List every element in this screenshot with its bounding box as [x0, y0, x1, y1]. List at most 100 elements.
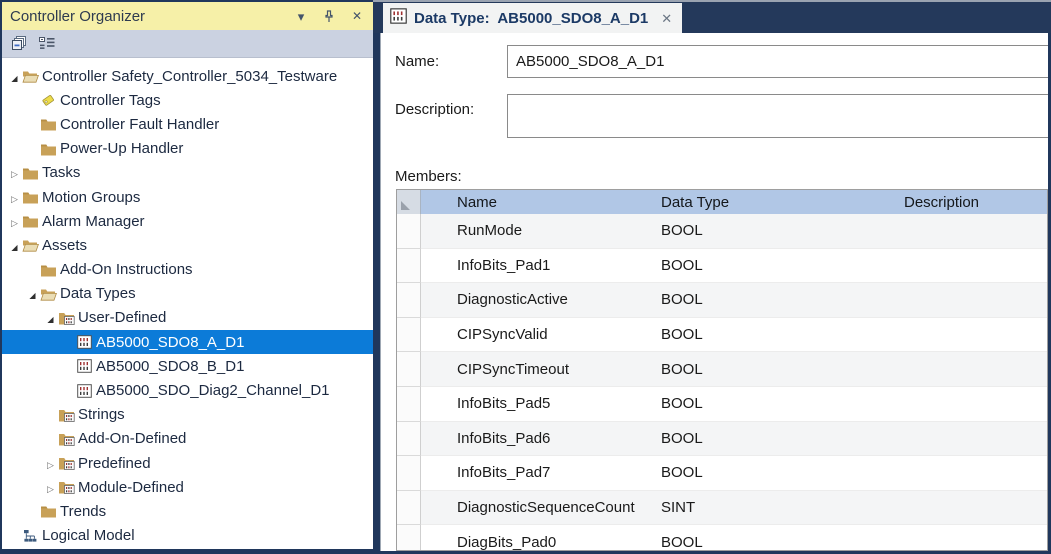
member-row: InfoBits_Pad5BOOL — [397, 387, 1047, 422]
tree-item[interactable]: Module-Defined — [2, 475, 373, 499]
member-type-cell[interactable]: BOOL — [661, 249, 904, 284]
member-type-cell[interactable]: BOOL — [661, 352, 904, 387]
member-type-cell[interactable]: BOOL — [661, 422, 904, 457]
row-selector[interactable] — [397, 456, 421, 491]
tree-item-label: User-Defined — [78, 309, 166, 326]
member-description-cell[interactable] — [904, 214, 1047, 249]
member-type-cell[interactable]: BOOL — [661, 456, 904, 491]
row-selector[interactable] — [397, 525, 421, 551]
member-description-cell[interactable] — [904, 387, 1047, 422]
tree-item[interactable]: Tasks — [2, 161, 373, 185]
member-name-cell[interactable]: RunMode — [421, 214, 661, 249]
member-type-cell[interactable]: SINT — [661, 491, 904, 526]
member-name-cell[interactable]: DiagnosticActive — [421, 283, 661, 318]
collapse-all-button[interactable] — [8, 34, 29, 53]
tree-item-label: Module-Defined — [78, 479, 184, 496]
row-selector[interactable] — [397, 387, 421, 422]
row-selector[interactable] — [397, 249, 421, 284]
member-row: CIPSyncValidBOOL — [397, 318, 1047, 353]
tree-item[interactable]: Add-On-Defined — [2, 427, 373, 451]
tree-item[interactable]: Power-Up Handler — [2, 137, 373, 161]
member-type-cell[interactable]: BOOL — [661, 283, 904, 318]
expand-arrow-icon[interactable] — [44, 310, 57, 325]
expand-arrow-icon[interactable] — [26, 286, 39, 301]
member-type-cell[interactable]: BOOL — [661, 318, 904, 353]
member-name-cell[interactable]: DiagBits_Pad0 — [421, 525, 661, 551]
dropdown-icon[interactable] — [293, 8, 309, 24]
tree-item-label: Tasks — [42, 164, 80, 181]
member-description-cell[interactable] — [904, 318, 1047, 353]
member-name-cell[interactable]: InfoBits_Pad1 — [421, 249, 661, 284]
member-name-cell[interactable]: InfoBits_Pad6 — [421, 422, 661, 457]
expand-arrow-icon[interactable] — [8, 238, 21, 253]
tree-item[interactable]: Strings — [2, 403, 373, 427]
member-row: InfoBits_Pad7BOOL — [397, 456, 1047, 491]
member-type-cell[interactable]: BOOL — [661, 525, 904, 551]
tree-item-label: Controller Safety_Controller_5034_Testwa… — [42, 68, 337, 85]
tab-data-type[interactable]: Data Type: AB5000_SDO8_A_D1 — [383, 3, 682, 33]
member-name-cell[interactable]: DiagnosticSequenceCount — [421, 491, 661, 526]
tree-item[interactable]: Predefined — [2, 451, 373, 475]
column-header-description[interactable]: Description — [904, 190, 1047, 214]
member-type-cell[interactable]: BOOL — [661, 387, 904, 422]
member-name-cell[interactable]: InfoBits_Pad7 — [421, 456, 661, 491]
tree-item[interactable]: Controller Safety_Controller_5034_Testwa… — [2, 64, 373, 88]
tree-item[interactable]: Logical Model — [2, 524, 373, 548]
expand-arrow-icon[interactable] — [8, 165, 21, 180]
member-name-cell[interactable]: CIPSyncValid — [421, 318, 661, 353]
member-row: RunModeBOOL — [397, 214, 1047, 249]
expand-arrow-icon[interactable] — [44, 480, 57, 495]
orgchart-icon — [21, 529, 39, 543]
tree-item[interactable]: AB5000_SDO8_B_D1 — [2, 354, 373, 378]
tree-item[interactable]: Controller Fault Handler — [2, 112, 373, 136]
member-name-cell[interactable]: CIPSyncTimeout — [421, 352, 661, 387]
tree-item[interactable]: Motion Groups — [2, 185, 373, 209]
binary-icon — [75, 335, 93, 349]
tree-item-label: Controller Fault Handler — [60, 116, 219, 133]
member-description-cell[interactable] — [904, 283, 1047, 318]
member-description-cell[interactable] — [904, 249, 1047, 284]
member-description-cell[interactable] — [904, 525, 1047, 551]
member-row: DiagnosticSequenceCountSINT — [397, 491, 1047, 526]
member-name-cell[interactable]: InfoBits_Pad5 — [421, 387, 661, 422]
tree-item[interactable]: AB5000_SDO8_A_D1 — [2, 330, 373, 354]
panel-titlebar: Controller Organizer — [2, 2, 373, 30]
expand-arrow-icon[interactable] — [8, 214, 21, 229]
tree-item[interactable]: Data Types — [2, 282, 373, 306]
folder-binary-icon — [57, 480, 75, 494]
expand-arrow-icon[interactable] — [8, 190, 21, 205]
tree-item[interactable]: Add-On Instructions — [2, 258, 373, 282]
row-marker-icon — [401, 201, 410, 210]
member-description-cell[interactable] — [904, 422, 1047, 457]
member-description-cell[interactable] — [904, 352, 1047, 387]
column-header-data-type[interactable]: Data Type — [661, 190, 904, 214]
tree-item[interactable]: Controller Tags — [2, 88, 373, 112]
tree-item-label: Add-On-Defined — [78, 430, 186, 447]
expand-arrow-icon[interactable] — [44, 456, 57, 471]
tree-item[interactable]: Trends — [2, 499, 373, 523]
name-input[interactable] — [507, 45, 1048, 78]
member-description-cell[interactable] — [904, 456, 1047, 491]
grid-corner-cell[interactable] — [397, 190, 421, 214]
row-selector[interactable] — [397, 352, 421, 387]
tree-item[interactable]: User-Defined — [2, 306, 373, 330]
member-row: InfoBits_Pad6BOOL — [397, 422, 1047, 457]
row-selector[interactable] — [397, 318, 421, 353]
tree-item[interactable]: AB5000_SDO_Diag2_Channel_D1 — [2, 378, 373, 402]
tree-item[interactable]: Assets — [2, 233, 373, 257]
close-tab-icon[interactable] — [661, 10, 672, 27]
expand-arrow-icon[interactable] — [8, 69, 21, 84]
tree-item[interactable]: Alarm Manager — [2, 209, 373, 233]
close-icon[interactable] — [349, 8, 365, 24]
row-selector[interactable] — [397, 422, 421, 457]
row-selector[interactable] — [397, 214, 421, 249]
member-description-cell[interactable] — [904, 491, 1047, 526]
folder-open-icon — [39, 287, 57, 301]
row-selector[interactable] — [397, 491, 421, 526]
column-header-name[interactable]: Name — [421, 190, 661, 214]
member-type-cell[interactable]: BOOL — [661, 214, 904, 249]
pin-icon[interactable] — [321, 8, 337, 24]
description-input[interactable] — [507, 94, 1048, 138]
row-selector[interactable] — [397, 283, 421, 318]
display-options-button[interactable] — [37, 34, 58, 53]
